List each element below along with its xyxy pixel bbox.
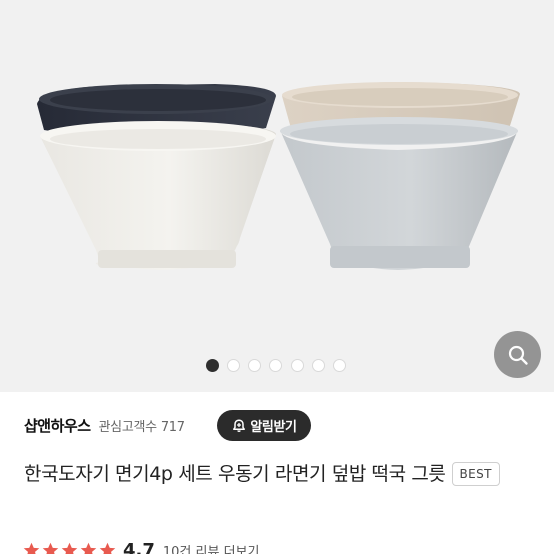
product-photo [37, 82, 520, 270]
rating-score: 4.7 [123, 539, 155, 554]
star-icon [42, 542, 59, 554]
product-title-text: 한국도자기 면기4p 세트 우동기 라면기 덮밥 떡국 그릇 [24, 463, 446, 485]
star-icon [99, 542, 116, 554]
store-name[interactable]: 샵앤하우스 [24, 415, 91, 436]
best-badge: BEST [451, 462, 500, 486]
bell-plus-icon [233, 418, 246, 432]
rating-summary[interactable]: 4.7 10건 리뷰 더보기 [22, 538, 259, 554]
carousel-dot[interactable] [206, 359, 219, 372]
carousel-dot[interactable] [312, 359, 325, 372]
store-info: 샵앤하우스 관심고객수 717 [24, 408, 185, 442]
star-icon [61, 542, 78, 554]
review-link[interactable]: 10건 리뷰 더보기 [163, 541, 260, 554]
carousel-dot[interactable] [227, 359, 240, 372]
carousel-indicator [0, 359, 554, 373]
followers-value: 717 [160, 419, 185, 435]
carousel-dot[interactable] [269, 359, 282, 372]
star-rating [22, 541, 117, 554]
carousel-dot[interactable] [333, 359, 346, 372]
zoom-button[interactable] [494, 331, 541, 378]
star-icon [23, 542, 40, 554]
carousel-dot[interactable] [248, 359, 261, 372]
alarm-button-label: 알림받기 [250, 420, 297, 435]
subscribe-alarm-button[interactable]: 알림받기 [217, 410, 311, 441]
followers-label: 관심고객수 [98, 419, 158, 435]
star-icon [80, 542, 97, 554]
follower-count: 관심고객수 717 [98, 416, 186, 435]
product-image-gallery[interactable] [0, 0, 554, 392]
search-icon [508, 345, 528, 365]
carousel-dot[interactable] [291, 359, 304, 372]
product-title: 한국도자기 면기4p 세트 우동기 라면기 덮밥 떡국 그릇 BEST [24, 457, 530, 491]
